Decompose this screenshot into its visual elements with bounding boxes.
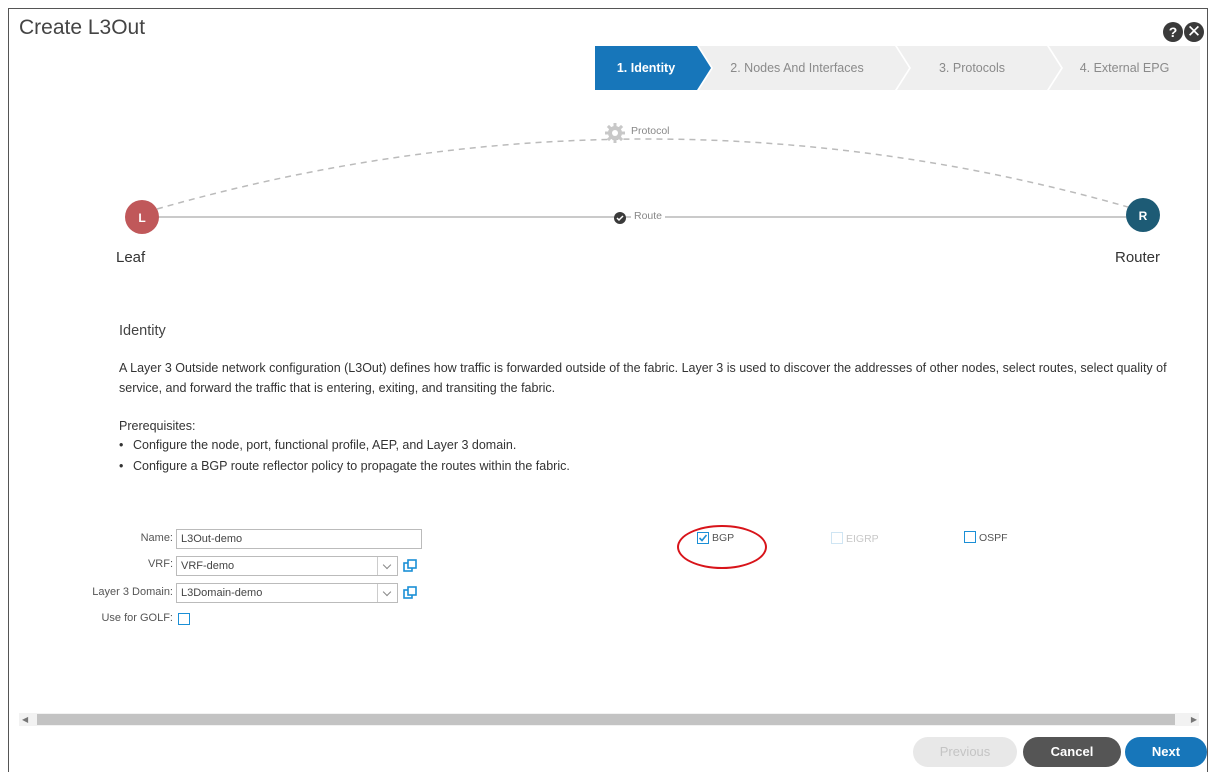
chevron-down-icon[interactable] bbox=[377, 584, 397, 602]
router-letter: R bbox=[1139, 209, 1148, 223]
leaf-letter: L bbox=[138, 211, 145, 225]
next-button[interactable]: Next bbox=[1125, 737, 1207, 767]
layer3-domain-select[interactable]: L3Domain-demo bbox=[176, 583, 398, 603]
vrf-value: VRF-demo bbox=[181, 560, 235, 572]
open-domain-icon[interactable] bbox=[403, 586, 417, 600]
route-label: Route bbox=[631, 210, 666, 222]
vrf-label: VRF: bbox=[147, 558, 173, 570]
cancel-button[interactable]: Cancel bbox=[1023, 737, 1121, 767]
identity-section-title: Identity bbox=[119, 323, 166, 339]
use-for-golf-checkbox[interactable] bbox=[178, 613, 190, 625]
scroll-right-icon[interactable]: ▶ bbox=[1191, 713, 1197, 726]
bgp-checkbox[interactable] bbox=[697, 532, 709, 544]
topology-diagram: L R bbox=[125, 123, 1160, 234]
vrf-select[interactable]: VRF-demo bbox=[176, 556, 398, 576]
protocol-gear-icon bbox=[605, 123, 625, 143]
ospf-checkbox[interactable] bbox=[964, 531, 976, 543]
layer3-domain-value: L3Domain-demo bbox=[181, 587, 263, 599]
protocol-arc bbox=[156, 138, 1136, 210]
prerequisites-title: Prerequisites: bbox=[119, 419, 196, 433]
prerequisite-item: • Configure a BGP route reflector policy … bbox=[119, 459, 570, 473]
horizontal-scrollbar[interactable]: ◀ ▶ bbox=[19, 713, 1199, 726]
use-for-golf-label: Use for GOLF: bbox=[101, 612, 173, 624]
scrollbar-thumb[interactable] bbox=[37, 714, 1175, 725]
route-check-icon bbox=[614, 212, 626, 224]
checkmark-icon bbox=[698, 534, 708, 542]
layer3-domain-label: Layer 3 Domain: bbox=[92, 586, 173, 598]
leaf-label: Leaf bbox=[116, 249, 146, 266]
create-l3out-dialog: Create L3Out ? ✕ 1. Identity 2. Nodes An… bbox=[8, 8, 1208, 772]
identity-description: A Layer 3 Outside network configuration … bbox=[119, 361, 1167, 395]
prerequisite-item: • Configure the node, port, functional pr… bbox=[119, 438, 517, 452]
name-label: Name: bbox=[140, 532, 173, 544]
eigrp-label: EIGRP bbox=[846, 533, 879, 545]
bgp-label: BGP bbox=[712, 532, 735, 544]
chevron-down-icon[interactable] bbox=[377, 557, 397, 575]
router-label: Router bbox=[1115, 249, 1161, 266]
open-vrf-icon[interactable] bbox=[403, 559, 417, 573]
scroll-left-icon[interactable]: ◀ bbox=[22, 713, 28, 726]
eigrp-checkbox bbox=[831, 532, 843, 544]
previous-button[interactable]: Previous bbox=[913, 737, 1017, 767]
name-input[interactable]: L3Out-demo bbox=[176, 529, 422, 549]
protocol-label: Protocol bbox=[628, 125, 673, 137]
ospf-label: OSPF bbox=[979, 532, 1008, 544]
